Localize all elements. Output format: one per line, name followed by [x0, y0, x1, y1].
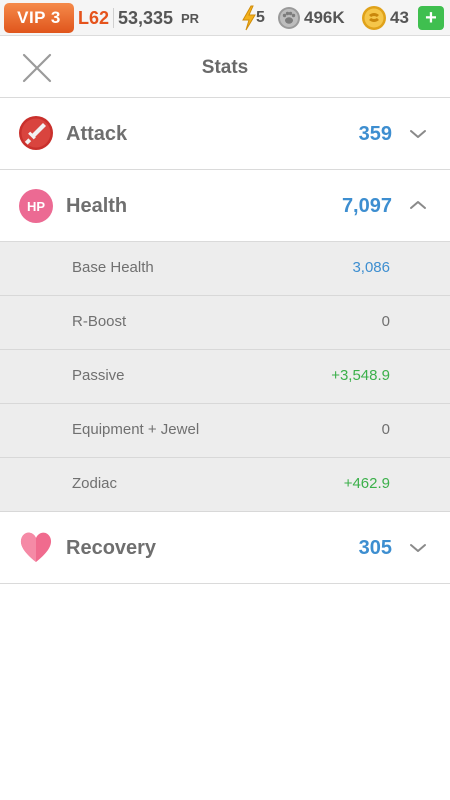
lightning-icon [242, 5, 256, 31]
svg-text:HP: HP [27, 199, 45, 214]
list-item: Base Health 3,086 [0, 242, 450, 296]
chevron-up-icon [410, 201, 426, 209]
chevron-down-icon [410, 130, 426, 138]
player-level: L62 [78, 8, 110, 28]
breakdown-label: Passive [72, 367, 125, 384]
list-item: Zodiac +462.9 [0, 458, 450, 512]
coin-paw-icon [278, 7, 300, 29]
breakdown-label: Equipment + Jewel [72, 421, 200, 438]
coin-count: 496K [304, 8, 345, 27]
heart-icon [20, 532, 52, 562]
stat-label: Recovery [66, 537, 157, 559]
list-item: R-Boost 0 [0, 296, 450, 350]
stat-label: Health [66, 195, 128, 217]
breakdown-label: Base Health [72, 259, 154, 276]
stat-label: Attack [66, 123, 128, 145]
sword-icon [19, 116, 53, 150]
resource-bar: VIP 3 L62 53,335 PR 5 496K 43 + [0, 0, 450, 36]
breakdown-value: 3,086 [352, 259, 390, 276]
breakdown-value: 0 [381, 421, 390, 438]
stat-row-recovery[interactable]: Recovery 305 [0, 512, 450, 584]
stat-value: 7,097 [341, 195, 392, 217]
gem-coin-icon [362, 6, 386, 30]
vip-badge[interactable]: VIP 3 [4, 3, 74, 33]
breakdown-label: Zodiac [72, 475, 118, 492]
breakdown-label: R-Boost [72, 313, 127, 330]
breakdown-value: +462.9 [343, 475, 390, 492]
power-rating-value: 53,335 [118, 8, 174, 28]
stats-header: Stats [0, 37, 450, 98]
add-currency-button[interactable]: + [418, 6, 444, 30]
gem-count: 43 [390, 8, 409, 27]
power-rating-label: PR [181, 11, 200, 26]
breakdown-value: +3,548.9 [331, 367, 390, 384]
breakdown-value: 0 [381, 313, 390, 330]
list-item: Equipment + Jewel 0 [0, 404, 450, 458]
page-title: Stats [201, 57, 249, 78]
hp-icon: HP [19, 189, 53, 223]
stat-row-attack[interactable]: Attack 359 [0, 98, 450, 170]
list-item: Passive +3,548.9 [0, 350, 450, 404]
energy-count: 5 [256, 9, 265, 26]
stat-value: 359 [358, 123, 392, 145]
stat-row-health[interactable]: HP Health 7,097 [0, 170, 450, 242]
stat-value: 305 [358, 537, 392, 559]
divider [113, 8, 114, 28]
chevron-down-icon [410, 544, 426, 552]
